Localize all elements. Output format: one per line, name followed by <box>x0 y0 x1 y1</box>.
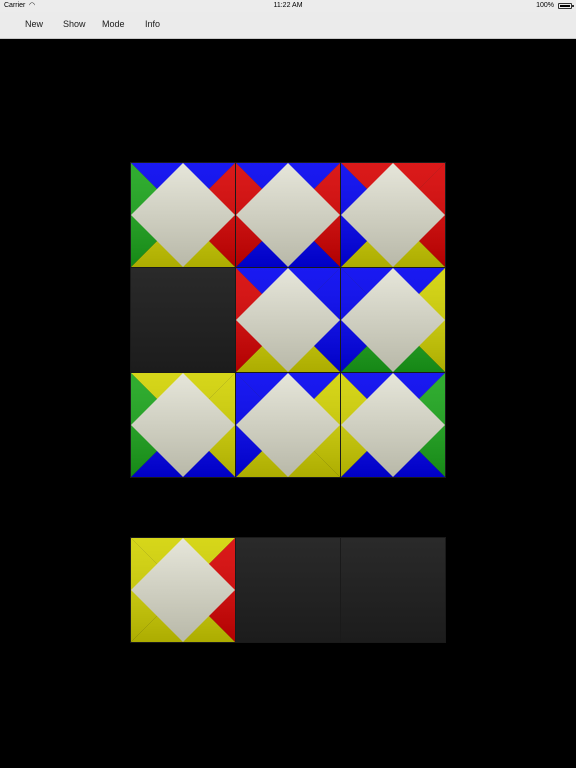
mode-button[interactable]: Mode <box>102 19 125 29</box>
board-tile[interactable] <box>341 163 445 267</box>
tray-tile[interactable] <box>131 538 235 642</box>
board-tile[interactable] <box>236 163 340 267</box>
battery-percent: 100% <box>536 2 554 9</box>
status-bar: Carrier ◠ 11:22 AM 100% <box>0 0 576 12</box>
show-button[interactable]: Show <box>63 19 86 29</box>
toolbar: New Show Mode Info <box>0 12 576 39</box>
battery-level <box>560 5 570 7</box>
tray-empty-slot[interactable] <box>236 538 340 642</box>
board-tile[interactable] <box>236 268 340 372</box>
clock: 11:22 AM <box>273 2 303 9</box>
new-button[interactable]: New <box>25 19 43 29</box>
tile-tray <box>130 537 446 643</box>
board-empty-slot[interactable] <box>131 268 235 372</box>
board-tile[interactable] <box>131 373 235 477</box>
board-tile[interactable] <box>341 373 445 477</box>
tray-empty-slot[interactable] <box>341 538 445 642</box>
board-tile[interactable] <box>236 373 340 477</box>
puzzle-board <box>130 162 446 478</box>
board-tile[interactable] <box>341 268 445 372</box>
battery-icon <box>558 3 574 9</box>
info-button[interactable]: Info <box>145 19 160 29</box>
board-tile[interactable] <box>131 163 235 267</box>
